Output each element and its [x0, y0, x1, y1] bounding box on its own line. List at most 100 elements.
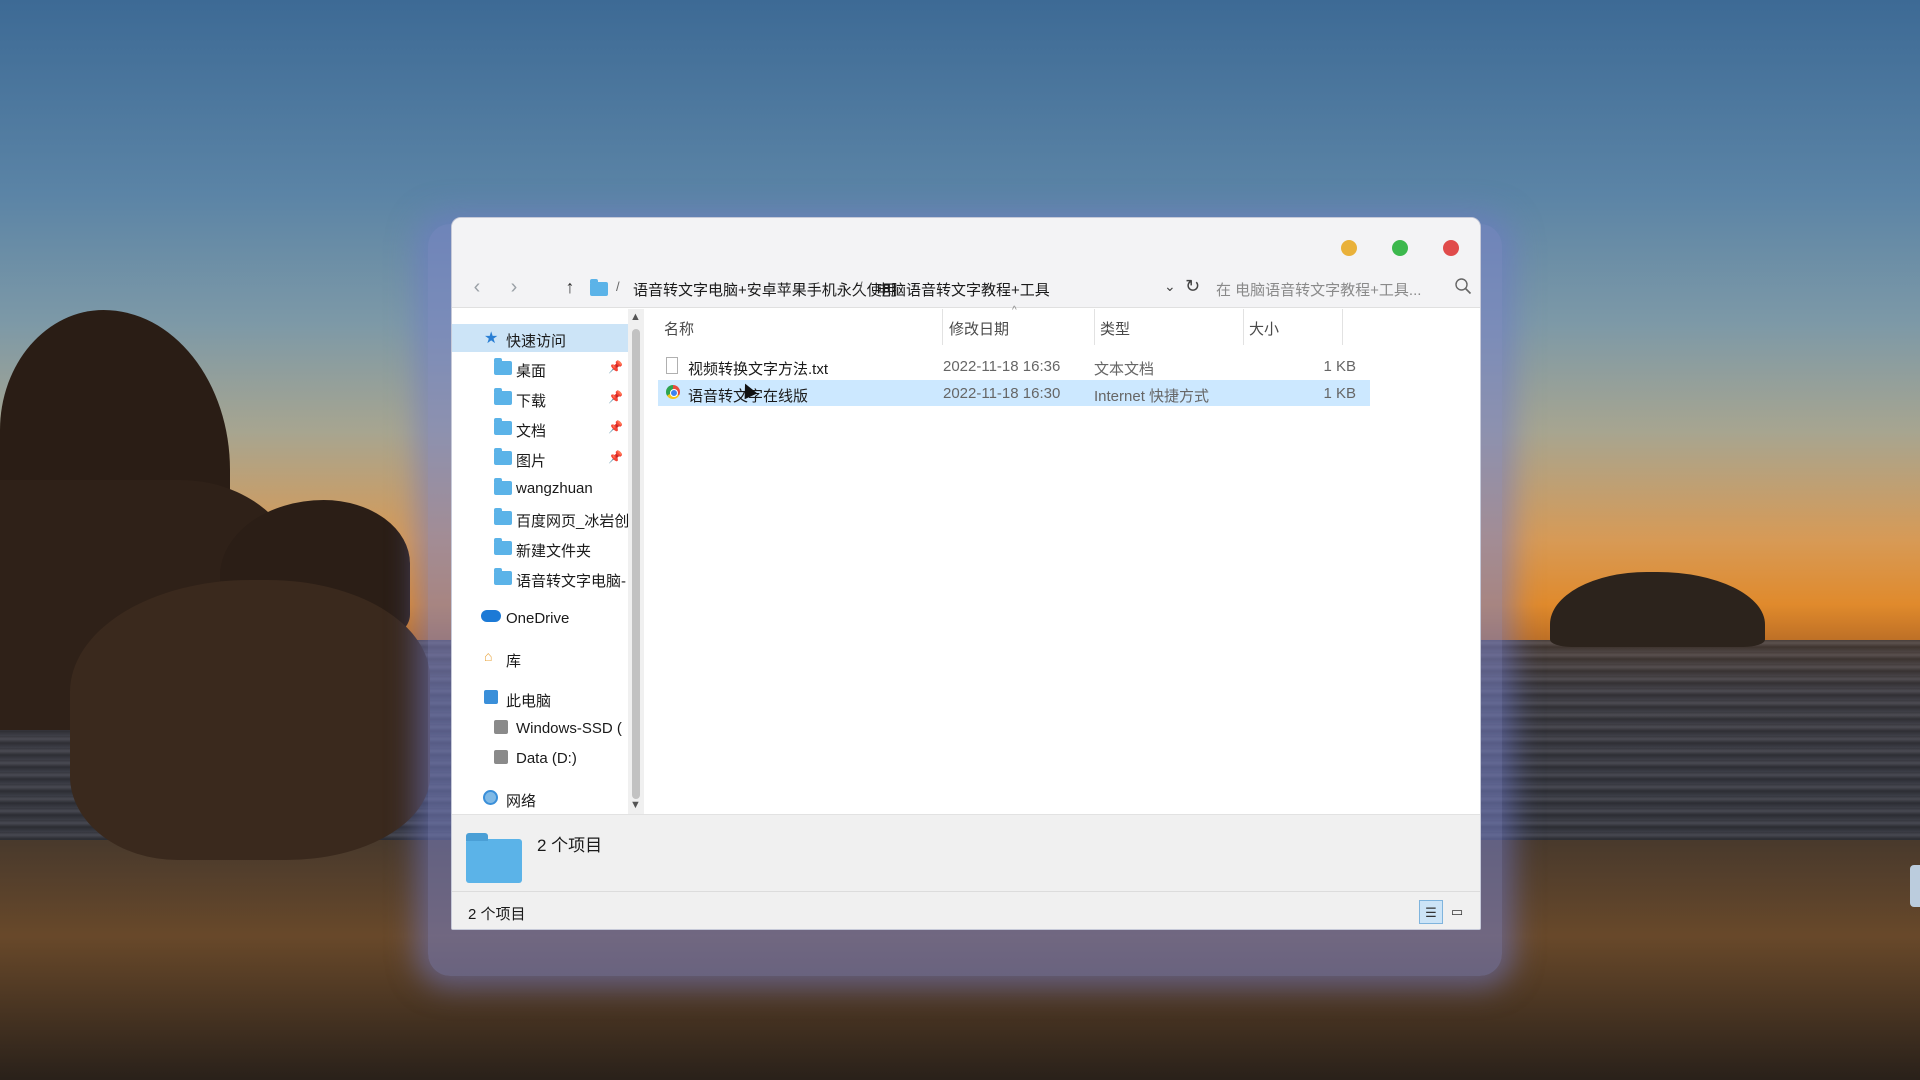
text-file-icon	[666, 357, 678, 374]
sidebar-item-library[interactable]: ⌂ 库	[452, 644, 628, 672]
chevron-down-icon[interactable]: ⌄	[1164, 278, 1176, 295]
folder-icon	[494, 568, 512, 585]
sidebar-item-drive[interactable]: Windows-SSD (	[452, 714, 628, 742]
search-icon[interactable]	[1454, 277, 1472, 295]
sidebar-item-label: 下载	[516, 393, 547, 410]
pictures-folder-icon	[494, 448, 512, 465]
rock	[70, 580, 430, 860]
column-header-date[interactable]: 修改日期	[949, 318, 1009, 339]
column-header-name[interactable]: 名称	[664, 318, 694, 339]
sidebar-item-folder[interactable]: 百度网页_冰岩创	[452, 504, 628, 532]
folder-icon	[494, 508, 512, 525]
column-divider[interactable]	[1342, 309, 1343, 345]
file-date: 2022-11-18 16:36	[943, 358, 1061, 375]
details-view-icon[interactable]: ☰	[1419, 900, 1443, 924]
up-arrow-icon[interactable]: ↑	[559, 276, 581, 298]
navigation-bar: ‹ › ↑ / 语音转文字电脑+安卓苹果手机永久使用 / 电脑语音转文字教程+工…	[452, 268, 1480, 308]
sort-ascending-icon: ^	[1012, 305, 1017, 316]
back-arrow-icon[interactable]: ‹	[466, 276, 488, 298]
file-type: 文本文档	[1094, 361, 1155, 378]
file-name: 视频转换文字方法.txt	[688, 361, 829, 378]
drive-icon	[494, 720, 508, 734]
column-divider[interactable]	[942, 309, 943, 345]
breadcrumb-separator: /	[616, 279, 620, 294]
sidebar-item-label: 语音转文字电脑-	[516, 573, 626, 590]
scroll-up-icon[interactable]: ▲	[630, 311, 641, 323]
breadcrumb-item[interactable]: 电脑语音转文字教程+工具	[876, 279, 1050, 300]
sidebar-item-drive[interactable]: Data (D:)	[452, 744, 628, 772]
star-icon: ★	[484, 330, 499, 347]
status-item-count: 2 个项目	[468, 906, 526, 923]
sidebar-scrollbar[interactable]: ▲ ▼	[628, 309, 644, 814]
file-type: Internet 快捷方式	[1094, 388, 1210, 405]
sidebar-item-onedrive[interactable]: OneDrive	[452, 604, 628, 632]
pin-icon[interactable]: 📌	[608, 420, 623, 434]
sidebar-item-label: OneDrive	[506, 610, 570, 627]
details-item-count: 2 个项目	[537, 836, 603, 855]
file-size: 1 KB	[1323, 385, 1356, 402]
breadcrumb-separator: /	[859, 279, 863, 294]
sidebar-item-label: wangzhuan	[516, 480, 593, 497]
close-button[interactable]	[1443, 240, 1459, 256]
edge-handle[interactable]	[1910, 865, 1920, 907]
file-explorer-window: ‹ › ↑ / 语音转文字电脑+安卓苹果手机永久使用 / 电脑语音转文字教程+工…	[451, 217, 1481, 930]
column-header-type[interactable]: 类型	[1100, 318, 1130, 339]
folder-icon	[494, 478, 512, 495]
sidebar-item-folder[interactable]: 语音转文字电脑-	[452, 564, 628, 592]
sidebar-item-label: 快速访问	[506, 333, 567, 350]
sidebar-item-quick-access[interactable]: ★ 快速访问	[452, 324, 628, 352]
pin-icon[interactable]: 📌	[608, 360, 623, 374]
sidebar-item-desktop[interactable]: 桌面 📌	[452, 354, 628, 382]
sidebar-item-label: Windows-SSD (	[516, 720, 622, 737]
sidebar-item-label: 库	[506, 653, 522, 670]
pin-icon[interactable]: 📌	[608, 450, 623, 464]
column-divider[interactable]	[1094, 309, 1095, 345]
folder-icon	[590, 279, 608, 296]
maximize-button[interactable]	[1392, 240, 1408, 256]
search-input[interactable]: 在 电脑语音转文字教程+工具...	[1216, 274, 1472, 300]
downloads-folder-icon	[494, 388, 512, 405]
sidebar-item-network[interactable]: 网络	[452, 784, 628, 812]
sidebar-item-label: 图片	[516, 453, 547, 470]
documents-folder-icon	[494, 418, 512, 435]
sidebar-item-downloads[interactable]: 下载 📌	[452, 384, 628, 412]
column-header-size[interactable]: 大小	[1249, 318, 1279, 339]
scrollbar-thumb[interactable]	[632, 329, 640, 799]
sidebar-item-pictures[interactable]: 图片 📌	[452, 444, 628, 472]
details-pane: 2 个项目	[452, 814, 1480, 891]
file-list: ^ 名称 修改日期 类型 大小 视频转换文字方法.txt 2022-11-18 …	[644, 305, 1480, 814]
breadcrumb-item[interactable]: 语音转文字电脑+安卓苹果手机永久使用	[633, 279, 897, 300]
sidebar-item-label: 文档	[516, 423, 547, 440]
sidebar-item-folder[interactable]: 新建文件夹	[452, 534, 628, 562]
computer-icon	[484, 690, 498, 704]
sidebar-item-label: Data (D:)	[516, 750, 577, 767]
sidebar-item-folder[interactable]: wangzhuan	[452, 474, 628, 502]
column-divider[interactable]	[1243, 309, 1244, 345]
navigation-pane: ★ 快速访问 桌面 📌 下载 📌 文档 📌 图片 📌 wangzhuan 百度网…	[452, 309, 628, 814]
sidebar-item-documents[interactable]: 文档 📌	[452, 414, 628, 442]
large-icons-view-icon[interactable]: ▭	[1445, 900, 1469, 924]
sidebar-item-label: 此电脑	[506, 693, 552, 710]
title-bar[interactable]	[452, 218, 1480, 268]
search-placeholder: 在 电脑语音转文字教程+工具...	[1216, 282, 1422, 299]
status-bar: 2 个项目 ☰ ▭	[452, 891, 1480, 929]
sidebar-item-label: 新建文件夹	[516, 543, 592, 560]
forward-arrow-icon[interactable]: ›	[503, 276, 525, 298]
pin-icon[interactable]: 📌	[608, 390, 623, 404]
folder-icon	[466, 833, 522, 883]
sidebar-item-label: 桌面	[516, 363, 547, 380]
file-row[interactable]: 视频转换文字方法.txt 2022-11-18 16:36 文本文档 1 KB	[658, 353, 1370, 379]
desktop-folder-icon	[494, 358, 512, 375]
sidebar-item-label: 百度网页_冰岩创	[516, 513, 628, 530]
file-size: 1 KB	[1323, 358, 1356, 375]
internet-shortcut-icon	[666, 385, 680, 399]
cloud-icon	[481, 610, 501, 622]
rock	[1550, 572, 1765, 647]
minimize-button[interactable]	[1341, 240, 1357, 256]
library-icon: ⌂	[484, 648, 493, 664]
sidebar-item-this-pc[interactable]: 此电脑	[452, 684, 628, 712]
network-icon	[483, 790, 498, 805]
scroll-down-icon[interactable]: ▼	[630, 799, 641, 811]
file-row[interactable]: 语音转文字在线版 2022-11-18 16:30 Internet 快捷方式 …	[658, 380, 1370, 406]
refresh-icon[interactable]: ↻	[1185, 276, 1200, 297]
